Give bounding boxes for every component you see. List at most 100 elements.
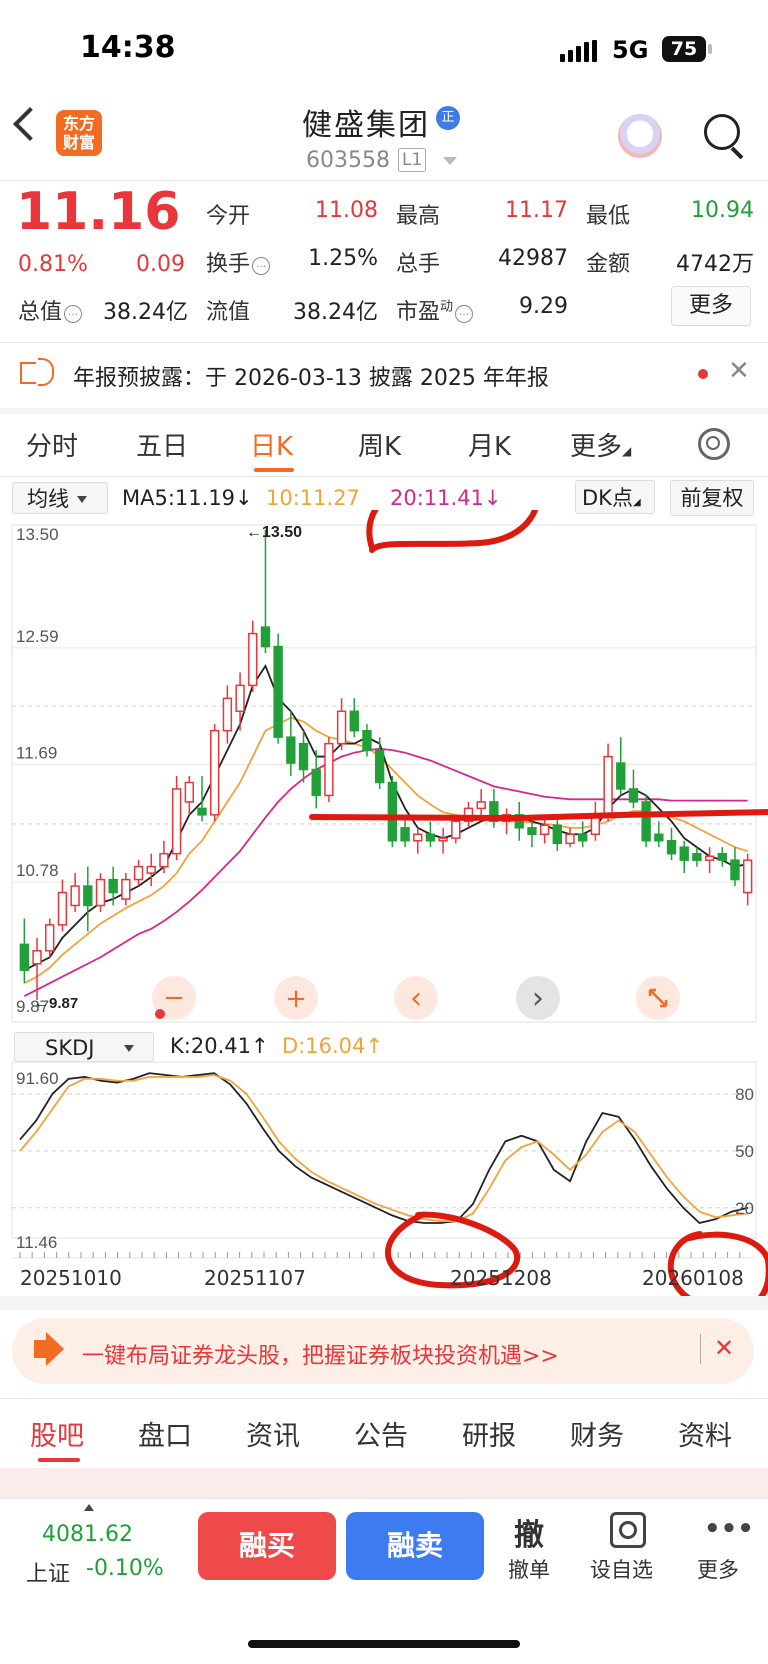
high-label: 最高 — [396, 204, 441, 229]
tab-orderbook[interactable]: 盘口 — [138, 1414, 192, 1453]
back-icon[interactable] — [13, 107, 47, 141]
total-cap-label-text: 总值 — [18, 300, 63, 325]
add-watchlist-label[interactable]: 设自选 — [590, 1554, 653, 1584]
candle — [730, 847, 740, 887]
candle — [349, 698, 359, 738]
candle-body — [32, 950, 42, 965]
expand-up-icon[interactable] — [84, 1504, 94, 1511]
notice-text[interactable]: 年报预披露：于 2026-03-13 披露 2025 年年报 — [73, 360, 549, 392]
gear-icon-center — [706, 436, 720, 450]
turnover-value: 1.25% — [308, 246, 378, 271]
close-icon[interactable]: ✕ — [728, 356, 750, 386]
tab-profile[interactable]: 资料 — [678, 1414, 732, 1453]
tab-daily-k[interactable]: 日K — [250, 426, 293, 463]
more-icon[interactable]: ••• — [704, 1514, 754, 1544]
candle-body — [679, 846, 689, 861]
candle — [552, 814, 562, 852]
stock-name[interactable]: 健盛集团 — [302, 100, 430, 144]
oscillator-y-label: 11.46 — [16, 1233, 57, 1252]
float-cap-label: 流值 — [206, 300, 251, 325]
battery-icon: 75 — [662, 36, 706, 62]
chevron-down-icon[interactable] — [443, 157, 457, 165]
tab-five-day[interactable]: 五日 — [136, 426, 188, 463]
margin-buy-button[interactable]: 融买 — [198, 1512, 336, 1580]
open-value: 11.08 — [315, 198, 378, 223]
pe-label-text: 市盈 — [396, 300, 441, 325]
divider — [0, 342, 768, 343]
candle-body — [324, 742, 334, 797]
tab-intraday[interactable]: 分时 — [26, 426, 78, 463]
tab-forum[interactable]: 股吧 — [30, 1414, 84, 1453]
candle — [121, 873, 131, 906]
candle — [616, 737, 626, 796]
info-icon[interactable]: … — [455, 305, 474, 323]
tab-monthly-k[interactable]: 月K — [468, 426, 511, 463]
candle-body — [374, 749, 385, 784]
x-axis-ticks — [12, 1252, 756, 1259]
turnover-label-text: 换手 — [206, 252, 251, 277]
candle — [83, 866, 93, 932]
tab-news[interactable]: 资讯 — [246, 1414, 300, 1453]
speaker-icon — [20, 362, 36, 384]
level-badge[interactable]: L1 — [398, 148, 427, 172]
tab-more[interactable]: 更多◢ — [570, 426, 631, 463]
cancel-order-icon[interactable]: 撤 — [514, 1510, 544, 1554]
skdj-k-value: K:20.41↑ — [170, 1034, 269, 1058]
date-label-2: 20251107 — [204, 1266, 306, 1290]
promo-text[interactable]: 一键布局证券龙头股，把握证券板块投资机遇>> — [82, 1338, 559, 1370]
date-label-3: 20251208 — [450, 1266, 552, 1290]
candle — [578, 821, 588, 848]
battery-tip — [708, 44, 712, 54]
more-fields-button[interactable]: 更多 — [671, 286, 751, 326]
info-icon[interactable]: … — [252, 257, 271, 275]
candle-body — [362, 729, 372, 751]
candle-body — [641, 801, 651, 842]
info-icon[interactable]: … — [64, 305, 83, 323]
candle-body — [692, 852, 702, 861]
section-gap — [0, 1296, 768, 1310]
candle-body — [248, 632, 258, 687]
tab-announcements[interactable]: 公告 — [354, 1414, 408, 1453]
dk-point-select[interactable]: DK点◢ — [575, 480, 655, 514]
amount-value: 4742万 — [676, 252, 754, 277]
candle — [628, 769, 639, 809]
logo-line-1: 东方 — [62, 114, 95, 133]
search-icon-handle — [730, 146, 744, 160]
more-actions-label[interactable]: 更多 — [697, 1554, 739, 1584]
promo-divider — [700, 1334, 701, 1364]
kline-chart[interactable]: 13.5012.5911.6910.789.87 ←13.50 ←9.87 − … — [0, 510, 768, 1310]
tab-research[interactable]: 研报 — [462, 1414, 516, 1453]
volume-label: 总手 — [396, 252, 441, 277]
assistant-robot-icon[interactable] — [618, 114, 662, 158]
ma10-line — [23, 716, 748, 984]
search-icon[interactable] — [704, 114, 740, 150]
cancel-order-label[interactable]: 撤单 — [508, 1554, 550, 1584]
amount-label: 金额 — [586, 252, 631, 277]
candle — [197, 776, 207, 822]
oscillator-select[interactable]: SKDJ — [14, 1032, 154, 1062]
candle — [286, 711, 296, 777]
notice-unread-dot — [698, 369, 708, 379]
dropdown-icon — [124, 1045, 135, 1052]
candle-body — [451, 820, 461, 839]
candle-body — [45, 924, 55, 952]
candle — [336, 698, 347, 751]
skdj-d-line — [19, 1074, 749, 1222]
candle-body — [311, 768, 321, 797]
divider — [0, 180, 768, 181]
float-cap-value: 38.24亿 — [293, 300, 378, 325]
candle — [184, 776, 194, 815]
candle — [438, 827, 448, 854]
candle-body — [260, 626, 271, 648]
y-tick-label: 13.50 — [16, 525, 59, 544]
margin-sell-button[interactable]: 融卖 — [346, 1512, 484, 1580]
dk-select-label: DK点 — [582, 486, 633, 510]
tab-financials[interactable]: 财务 — [570, 1414, 624, 1453]
candle — [514, 801, 524, 841]
content-peek — [0, 1468, 768, 1498]
tab-weekly-k[interactable]: 周K — [358, 426, 401, 463]
candle — [70, 873, 80, 912]
candle — [146, 853, 156, 887]
change-percent: 0.81% — [18, 252, 88, 277]
close-icon[interactable]: ✕ — [714, 1334, 734, 1362]
